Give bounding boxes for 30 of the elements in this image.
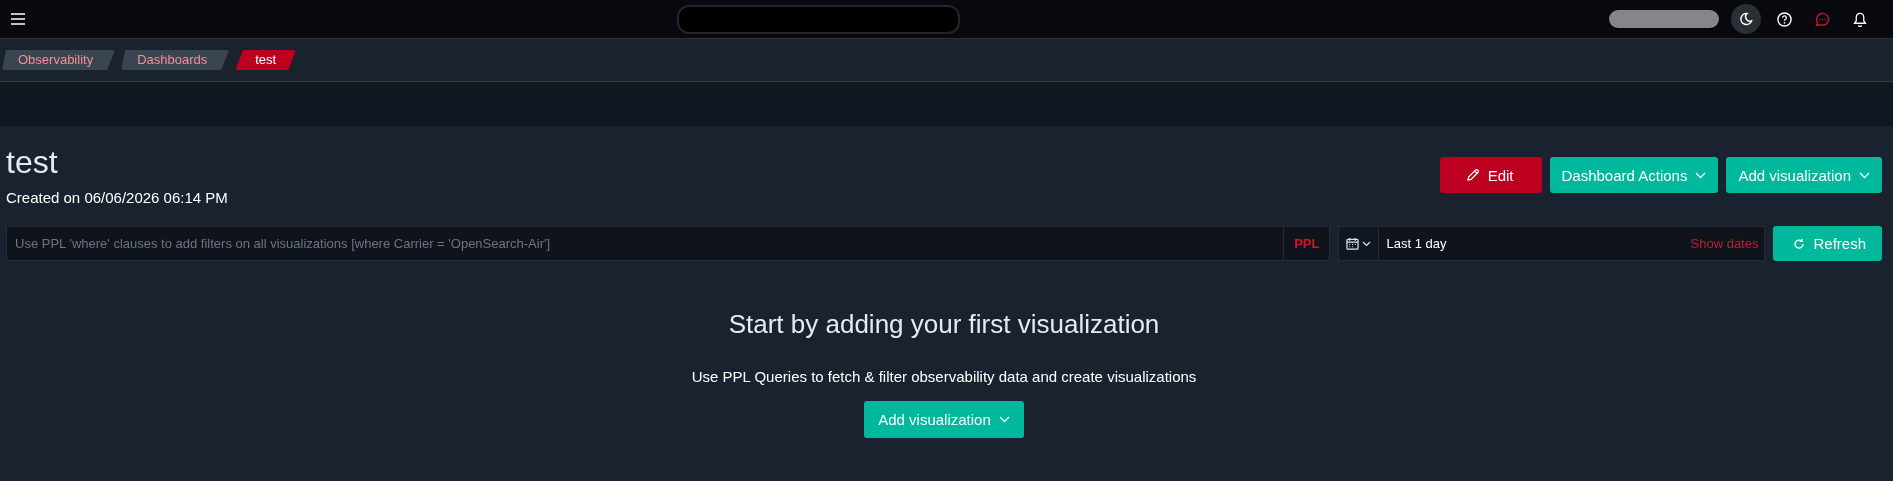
language-label: PPL: [1283, 226, 1331, 261]
caret-icon: [1695, 171, 1707, 179]
edit-button[interactable]: Edit: [1439, 157, 1542, 193]
theme-toggle[interactable]: [1731, 4, 1761, 34]
empty-state-title: Start by adding your first visualization: [728, 309, 1160, 340]
date-picker-button[interactable]: [1339, 227, 1380, 260]
add-visualization-button[interactable]: Add visualization: [864, 401, 1024, 438]
pencil-icon: [1465, 168, 1480, 182]
breadcrumb[interactable]: test: [235, 50, 297, 70]
caret-icon: [998, 416, 1010, 423]
query-field[interactable]: Use PPL 'where' clauses to add filters on all visualizations [where Carrier = 'OpenSearch-Air']: [6, 226, 1284, 261]
breadcrumb[interactable]: Dashboards: [121, 50, 230, 70]
menu-button[interactable]: Add visualization: [1726, 157, 1882, 193]
calendar-icon: [1346, 237, 1360, 250]
menu-icon: [10, 13, 26, 25]
show-dates-link[interactable]: Show dates: [1684, 236, 1765, 251]
time-range: Last 1 day: [1386, 236, 1448, 251]
caret-icon: [1362, 240, 1372, 247]
page-title: test: [6, 144, 59, 181]
help-icon: [1776, 11, 1792, 27]
breadcrumb[interactable]: Observability: [2, 50, 116, 70]
chat-icon: [1814, 11, 1830, 27]
created-date: Created on 06/06/2026 06:14 PM: [6, 189, 228, 206]
moon-icon: [1739, 12, 1753, 26]
bell-icon: [1853, 11, 1867, 27]
caret-icon: [1859, 171, 1870, 179]
refresh-button[interactable]: Refresh: [1773, 226, 1882, 261]
refresh-icon: [1793, 237, 1806, 250]
menu-button[interactable]: Dashboard Actions: [1549, 157, 1719, 193]
empty-state-text: Use PPL Queries to fetch & filter observability data and create visualizations: [691, 368, 1197, 385]
